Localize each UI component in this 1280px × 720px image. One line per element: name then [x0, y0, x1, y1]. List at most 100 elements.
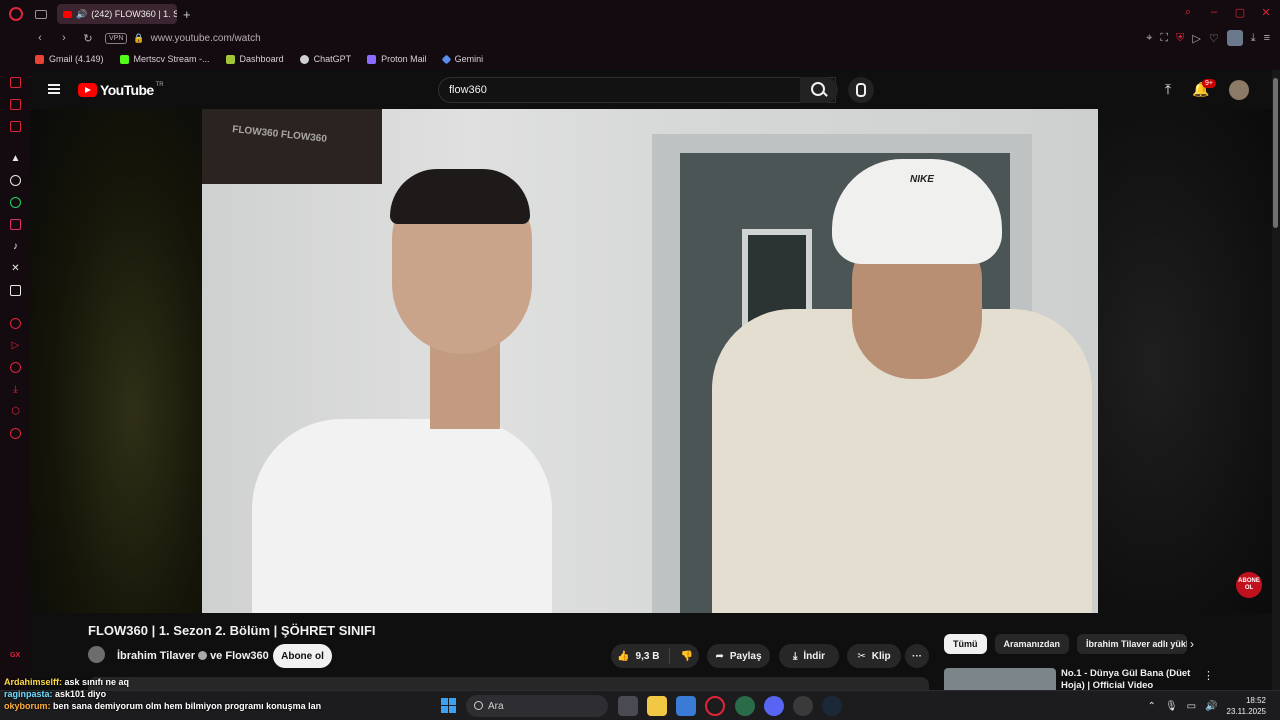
youtube-logo[interactable]: YouTube TR: [78, 82, 164, 98]
new-tab-button[interactable]: +: [183, 7, 191, 22]
channel-secondary-link[interactable]: Flow360: [225, 650, 268, 662]
bookmark-proton-mail[interactable]: Proton Mail: [367, 54, 427, 64]
verified-icon: [198, 651, 208, 660]
snapshot-icon[interactable]: ⛶: [1160, 32, 1168, 45]
pin-icon[interactable]: ⌖: [1146, 32, 1152, 45]
chevron-up-icon[interactable]: ⌃: [1148, 701, 1156, 712]
opera-sidebar: ▲ ♪ ✕ ▷ ⤓ ⬡ GX: [0, 48, 30, 690]
bookmark-dashboard[interactable]: Dashboard: [225, 54, 284, 64]
recommendation-title[interactable]: No.1 - Dünya Gül Bana (Düet Hoja) | Offi…: [1061, 668, 1201, 690]
downloads-sidebar-icon[interactable]: ⤓: [9, 383, 22, 396]
reload-button[interactable]: ↻: [83, 32, 93, 45]
file-explorer-icon[interactable]: [647, 696, 667, 716]
back-button[interactable]: ‹: [35, 32, 45, 45]
heart-icon[interactable]: ♡: [1209, 32, 1219, 45]
chip-from-search[interactable]: Aramanızdan: [994, 634, 1070, 654]
download-button[interactable]: ⤓ İndir: [779, 644, 839, 668]
profile-avatar[interactable]: [1226, 30, 1243, 46]
bookmark-kick-stream[interactable]: Mertscv Stream -...: [119, 54, 210, 64]
chip-all[interactable]: Tümü: [944, 634, 987, 654]
like-count[interactable]: 9,3 B: [636, 651, 660, 662]
easy-setup-icon[interactable]: ≡: [1264, 32, 1270, 44]
gx-corner-icon[interactable]: [9, 120, 22, 133]
search-button[interactable]: [800, 77, 838, 103]
chat-message: ask sınıfı ne aq: [64, 677, 130, 687]
opera-gx-taskbar-icon[interactable]: [705, 696, 725, 716]
share-button[interactable]: ➦ Paylaş: [707, 644, 770, 668]
like-icon[interactable]: 👍: [617, 651, 629, 662]
clock-date: 23.11.2025: [1226, 707, 1266, 716]
instagram-icon[interactable]: [9, 218, 22, 231]
scrollbar-thumb[interactable]: [1273, 78, 1278, 228]
store-icon[interactable]: [676, 696, 696, 716]
whatsapp-taskbar-icon[interactable]: [735, 696, 755, 716]
create-upload-icon[interactable]: ⤒: [1161, 81, 1175, 97]
steam-icon[interactable]: [822, 696, 842, 716]
voice-search-button[interactable]: [848, 77, 874, 103]
more-actions-button[interactable]: ···: [905, 644, 929, 668]
clock-icon[interactable]: [9, 361, 22, 374]
dislike-icon[interactable]: 👎: [680, 651, 692, 662]
workspaces-icon[interactable]: [9, 76, 22, 89]
player-sidebar-icon[interactable]: [9, 317, 22, 330]
chat-username: Ardahimselff:: [4, 677, 63, 687]
subscribe-button[interactable]: Abone ol: [273, 644, 332, 668]
video-player[interactable]: FLOW360 FLOW360 NIKE: [30, 109, 1280, 613]
taskbar-search-input[interactable]: Ara: [466, 695, 608, 717]
notification-badge: 9+: [1202, 79, 1216, 88]
x-twitter-icon[interactable]: ✕: [9, 262, 22, 275]
chip-channel-uploads[interactable]: İbrahim Tilaver adlı yükl: [1077, 634, 1188, 654]
country-code: TR: [155, 82, 164, 88]
bookmark-chatgpt[interactable]: ChatGPT: [299, 54, 351, 64]
flow-icon[interactable]: ▷: [9, 339, 22, 352]
tab-manager-icon[interactable]: [35, 9, 47, 19]
volume-icon[interactable]: 🔊: [1205, 701, 1217, 712]
task-view-icon[interactable]: [618, 696, 638, 716]
clock-time: 18:52: [1245, 696, 1266, 705]
dashboard-icon: [225, 54, 235, 64]
downloads-icon[interactable]: ⤓: [1251, 32, 1256, 45]
whatsapp-icon[interactable]: [9, 196, 22, 209]
bookmark-gmail[interactable]: Gmail (4.149): [35, 54, 104, 64]
discord-taskbar-icon[interactable]: [764, 696, 784, 716]
chevron-right-icon[interactable]: ›: [1190, 637, 1194, 651]
windows-start-icon[interactable]: [441, 698, 456, 713]
maximize-button[interactable]: ▢: [1234, 6, 1246, 19]
extensions-icon[interactable]: ⬡: [9, 405, 22, 418]
adblock-shield-icon[interactable]: ⛨: [1176, 32, 1184, 45]
vpn-badge[interactable]: VPN: [105, 32, 128, 44]
active-tab[interactable]: 🔊 (242) FLOW360 | 1. Se: [57, 4, 177, 24]
bookmark-gemini[interactable]: Gemini: [441, 54, 483, 64]
minimize-button[interactable]: –: [1208, 6, 1220, 19]
player-icon[interactable]: ▷: [1192, 32, 1200, 45]
search-input[interactable]: flow360 ✕: [438, 77, 836, 103]
forward-button[interactable]: ›: [59, 32, 69, 45]
address-bar: ‹ › ↻ VPN 🔒 www.youtube.com/watch ⌖ ⛶ ⛨ …: [0, 28, 1280, 48]
settings-icon[interactable]: [9, 427, 22, 440]
opera-logo-icon[interactable]: [9, 7, 23, 21]
page-scrollbar[interactable]: [1272, 70, 1280, 690]
chatgpt-taskbar-icon[interactable]: [793, 696, 813, 716]
close-window-button[interactable]: ✕: [1260, 6, 1272, 19]
channel-avatar[interactable]: [88, 646, 105, 663]
recommendation-menu-icon[interactable]: ⋮: [1203, 669, 1214, 682]
messenger-icon[interactable]: [9, 98, 22, 111]
speaker-icon[interactable]: 🔊: [76, 9, 87, 20]
subscribe-watermark[interactable]: ABONE OL: [1236, 572, 1262, 598]
recommendation-thumbnail[interactable]: [944, 668, 1056, 690]
display-icon[interactable]: ▭: [1187, 701, 1196, 712]
clip-button[interactable]: ✂ Klip: [847, 644, 901, 668]
chatgpt-icon[interactable]: [9, 174, 22, 187]
account-avatar[interactable]: [1229, 80, 1249, 100]
menu-icon[interactable]: [48, 84, 60, 94]
taskbar-clock[interactable]: 18:52 23.11.2025: [1227, 695, 1266, 717]
url-field[interactable]: www.youtube.com/watch: [151, 33, 261, 44]
video-frame[interactable]: FLOW360 FLOW360 NIKE: [202, 109, 1098, 613]
aria-icon[interactable]: ▲: [9, 152, 22, 165]
tiktok-icon[interactable]: ♪: [9, 240, 22, 253]
discord-icon[interactable]: [9, 284, 22, 297]
lock-icon[interactable]: 🔒: [133, 33, 144, 44]
microphone-icon[interactable]: 🎙: [1165, 701, 1178, 712]
channel-primary-link[interactable]: İbrahim Tilaver: [117, 650, 195, 662]
search-tabs-icon[interactable]: ⌕: [1182, 6, 1194, 19]
